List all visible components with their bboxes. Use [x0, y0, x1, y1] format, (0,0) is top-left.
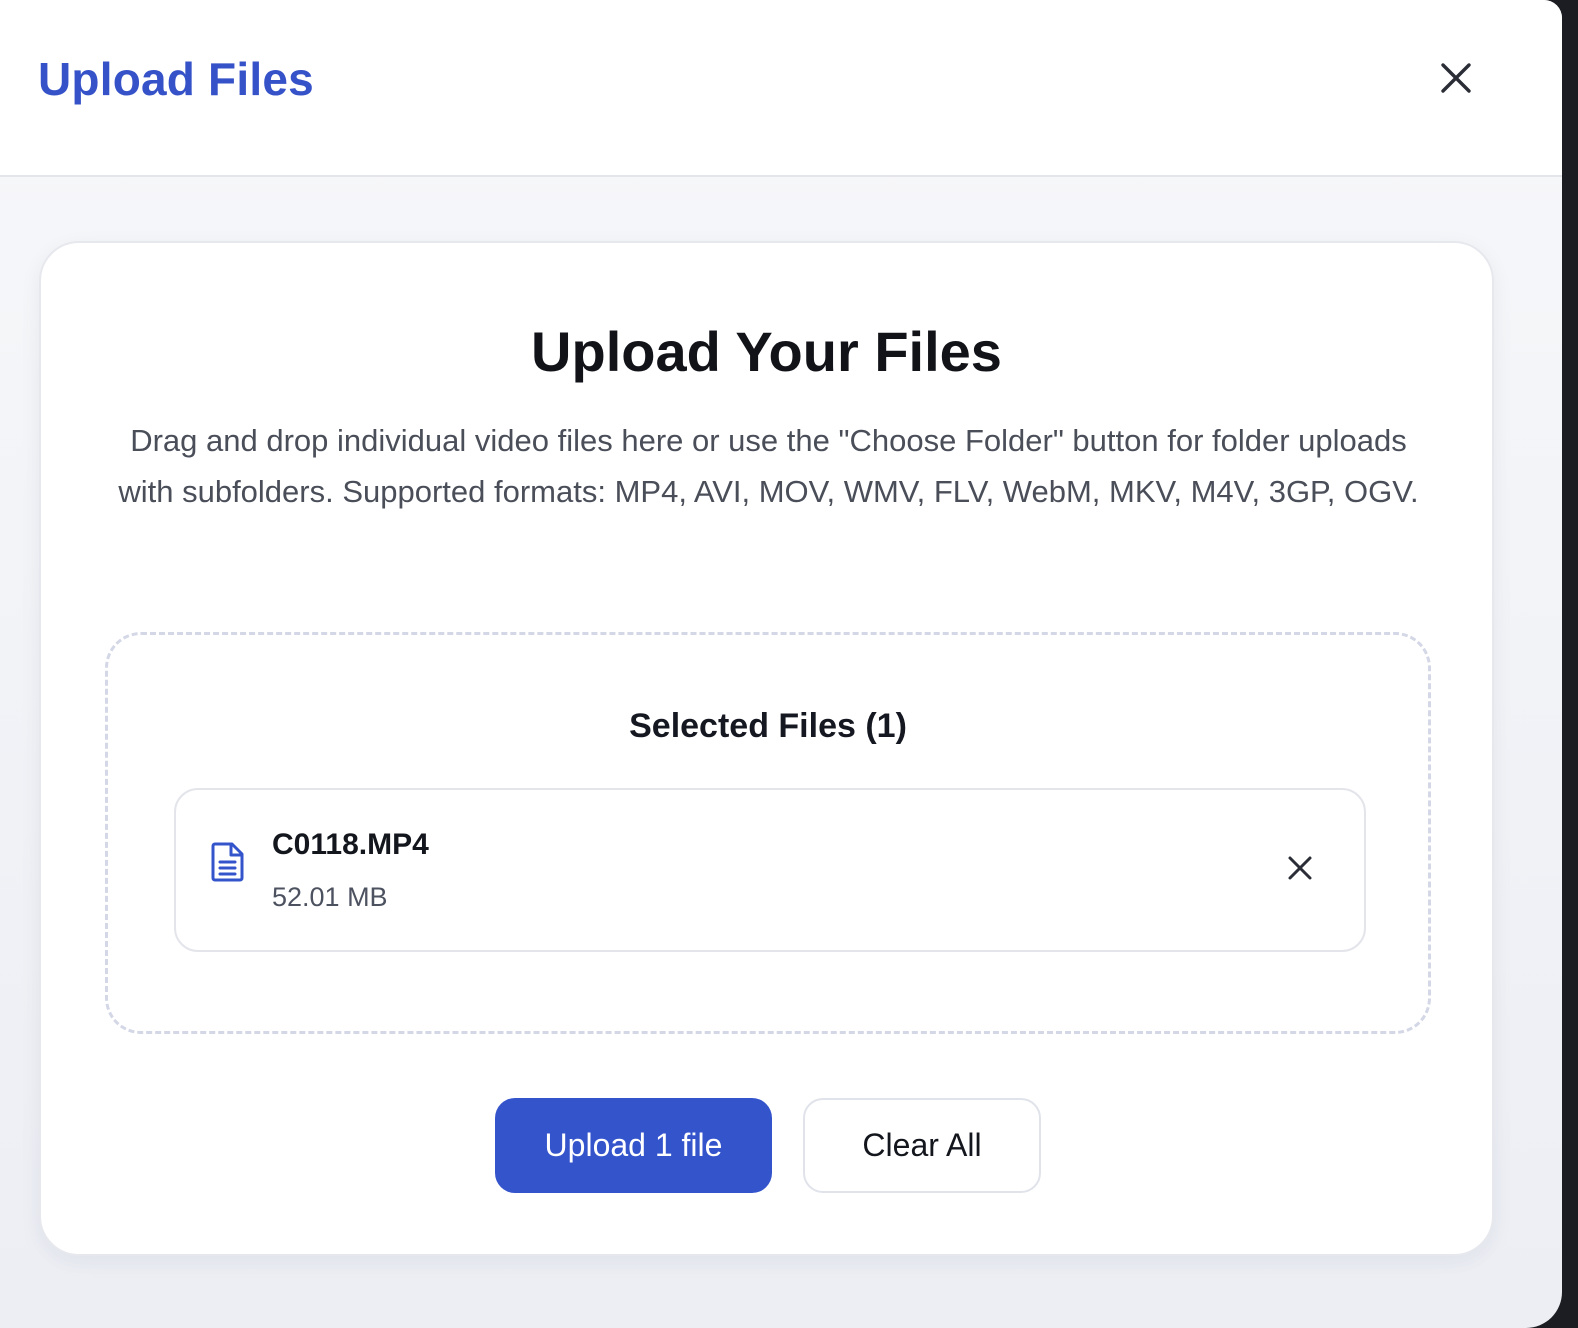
file-document-icon	[211, 842, 244, 882]
file-list-item: C0118.MP4 52.01 MB	[174, 788, 1366, 952]
modal-title: Upload Files	[38, 53, 314, 105]
upload-button[interactable]: Upload 1 file	[495, 1098, 772, 1193]
card-description: Drag and drop individual video files her…	[118, 423, 1419, 509]
upload-modal: Upload Files Upload Your Files Drag and …	[0, 0, 1562, 1328]
close-icon	[1441, 63, 1471, 93]
modal-header: Upload Files	[0, 0, 1562, 177]
upload-card: Upload Your Files Drag and drop individu…	[39, 241, 1494, 1256]
card-title: Upload Your Files	[531, 320, 1002, 383]
close-modal-button[interactable]	[1432, 54, 1480, 102]
close-icon	[1288, 856, 1312, 880]
clear-all-button[interactable]: Clear All	[803, 1098, 1041, 1193]
remove-file-button[interactable]	[1282, 850, 1318, 886]
selected-files-title: Selected Files (1)	[629, 707, 907, 745]
file-size: 52.01 MB	[272, 882, 388, 912]
file-dropzone[interactable]: Selected Files (1) C0118.MP4 52.01 MB	[105, 632, 1431, 1034]
file-name: C0118.MP4	[272, 828, 429, 861]
